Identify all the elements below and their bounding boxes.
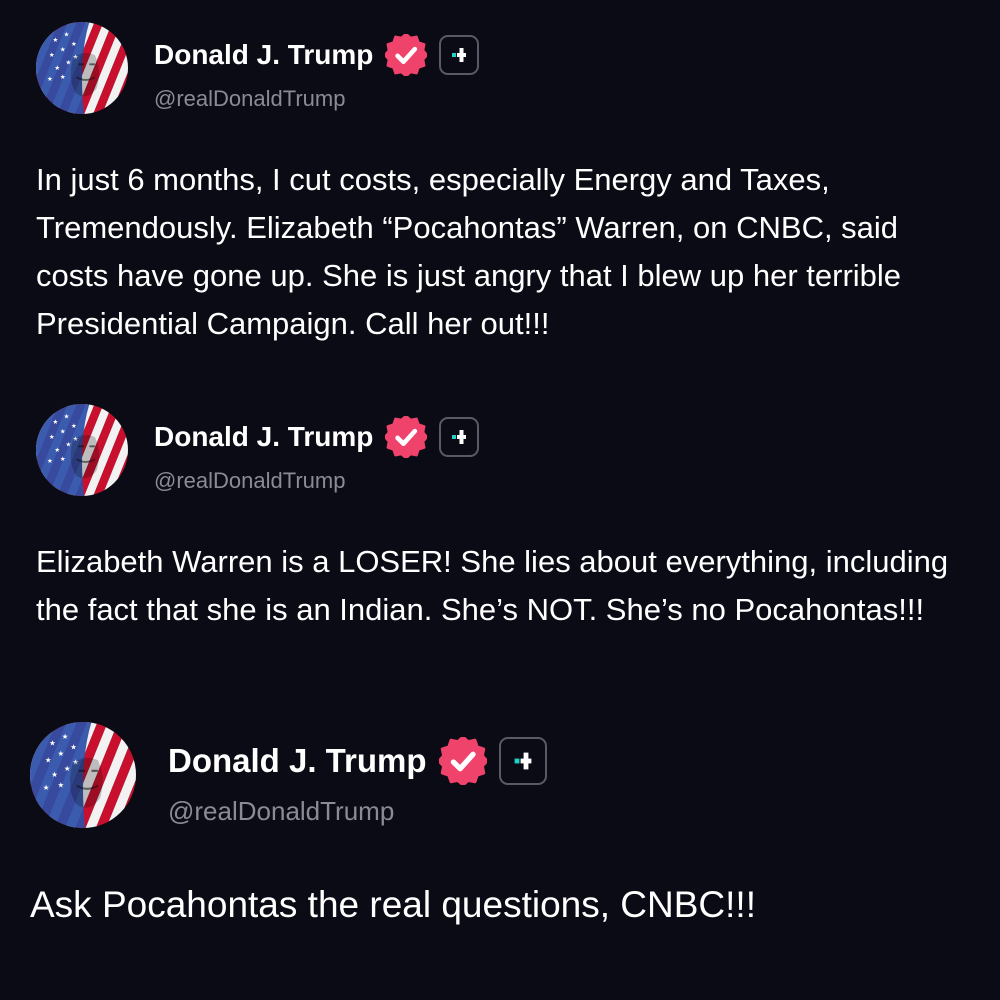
svg-text:★: ★ [60,45,66,53]
svg-text:★: ★ [60,73,66,81]
author-display-name[interactable]: Donald J. Trump [154,39,373,71]
svg-text:★: ★ [49,51,55,59]
avatar[interactable]: ★ ★ ★ ★ ★ ★ ★ ★ ★ ★ [30,722,136,828]
post-text: In just 6 months, I cut costs, especiall… [36,162,902,341]
svg-text:★: ★ [47,75,53,83]
author-display-name[interactable]: Donald J. Trump [154,421,373,453]
svg-text:★: ★ [60,455,66,463]
svg-text:★: ★ [53,418,59,426]
author-name-row: Donald J. Trump [154,416,480,458]
svg-text:★: ★ [58,749,65,758]
avatar[interactable]: ★ ★ ★ ★ ★ ★ ★ ★ ★ ★ [36,22,128,114]
svg-text:★: ★ [64,31,70,39]
svg-text:★: ★ [43,783,50,792]
post-text: Elizabeth Warren is a LOSER! She lies ab… [36,544,949,627]
svg-text:★: ★ [47,457,53,465]
svg-text:★: ★ [54,64,60,72]
author-handle[interactable]: @realDonaldTrump [168,796,394,827]
svg-text:★: ★ [49,738,56,747]
author-name-row: Donald J. Trump [154,34,480,76]
author-handle[interactable]: @realDonaldTrump [154,86,345,112]
post-2: ★ ★ ★ ★ ★ ★ ★ ★ ★ ★ Donald J. Trump @realDonaldTr… [0,380,1000,710]
svg-text:★: ★ [70,743,77,752]
author-display-name[interactable]: Donald J. Trump [168,742,427,780]
svg-text:★: ★ [65,58,71,66]
svg-text:★: ★ [64,413,70,421]
svg-text:★: ★ [54,446,60,454]
svg-text:★: ★ [51,770,58,779]
verified-badge-icon [438,737,487,785]
verified-badge-icon [385,34,428,76]
post-text: Ask Pocahontas the real questions, CNBC!… [30,884,756,925]
post-1: ★ ★ ★ ★ ★ ★ ★ ★ ★ ★ Donald J. Trump @realDonaldTr… [0,0,1000,380]
plus-badge-icon[interactable] [439,35,480,75]
plus-badge-icon[interactable] [439,417,480,457]
svg-text:★: ★ [71,40,77,48]
svg-text:★: ★ [45,755,52,764]
svg-text:★: ★ [71,422,77,430]
svg-text:★: ★ [65,440,71,448]
svg-text:★: ★ [53,36,59,44]
svg-text:★: ★ [58,781,65,790]
avatar[interactable]: ★ ★ ★ ★ ★ ★ ★ ★ ★ ★ [36,404,128,496]
author-handle[interactable]: @realDonaldTrump [154,468,345,494]
svg-text:★: ★ [49,433,55,441]
post-3: ★ ★ ★ ★ ★ ★ ★ ★ ★ ★ Donald J. Trump @realDonaldTr… [0,710,1000,1000]
author-name-row: Donald J. Trump [168,736,547,786]
svg-text:★: ★ [60,427,66,435]
svg-text:★: ★ [64,764,71,773]
svg-text:★: ★ [62,732,69,741]
plus-badge-icon[interactable] [498,737,547,785]
verified-badge-icon [385,416,428,458]
